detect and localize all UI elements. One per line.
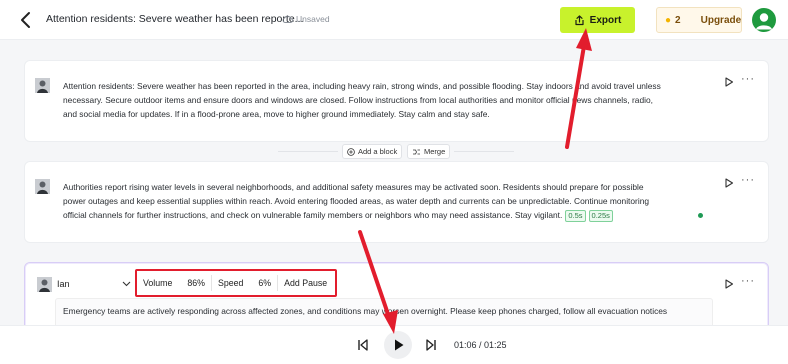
text-line: Emergency teams are actively responding … bbox=[63, 306, 668, 316]
merge-button[interactable]: Merge bbox=[407, 144, 451, 159]
voice-controls-highlight: Volume 86% Speed 6% Add Pause bbox=[135, 269, 337, 297]
speed-control[interactable]: Speed 6% bbox=[210, 275, 277, 291]
speaker-portrait-icon bbox=[35, 179, 50, 194]
save-status: Unsaved bbox=[282, 14, 330, 24]
add-pause-button[interactable]: Add Pause bbox=[277, 275, 333, 291]
plus-circle-icon bbox=[347, 147, 355, 156]
user-avatar[interactable] bbox=[752, 8, 776, 32]
play-block-icon[interactable] bbox=[724, 178, 734, 188]
text-line: official channels for further instructio… bbox=[63, 209, 563, 220]
speaker-portrait-icon bbox=[35, 78, 50, 93]
play-block-icon[interactable] bbox=[724, 77, 734, 87]
export-button[interactable]: Export bbox=[560, 7, 635, 33]
text-block-1: Attention residents: Severe weather has … bbox=[24, 60, 769, 142]
speed-label: Speed bbox=[217, 278, 244, 288]
block-2-text[interactable]: Authorities report rising water levels i… bbox=[63, 181, 649, 222]
add-block-label: Add a block bbox=[358, 147, 398, 156]
more-options-icon[interactable]: ··· bbox=[741, 73, 755, 85]
merge-label: Merge bbox=[424, 147, 446, 156]
pause-tag[interactable]: 0.25s bbox=[588, 209, 613, 222]
volume-value: 86% bbox=[187, 278, 205, 288]
text-line: power outages and keep essential supplie… bbox=[63, 195, 650, 206]
text-block-2: Authorities report rising water levels i… bbox=[24, 161, 769, 243]
text-line-with-pauses: official channels for further instructio… bbox=[63, 209, 649, 223]
volume-control[interactable]: Volume 86% bbox=[137, 275, 211, 291]
speaker-portrait-icon bbox=[37, 276, 52, 292]
block-3-text: Emergency teams are actively responding … bbox=[63, 305, 667, 319]
text-line: necessary. Secure outdoor items and ensu… bbox=[63, 94, 653, 105]
text-line: Authorities report rising water levels i… bbox=[63, 182, 644, 192]
chevron-down-icon bbox=[122, 281, 131, 287]
divider-line bbox=[454, 151, 514, 152]
volume-label: Volume bbox=[143, 278, 173, 288]
skip-next-icon[interactable] bbox=[424, 338, 438, 352]
play-button[interactable] bbox=[384, 331, 412, 359]
playback-time: 01:06 / 01:25 bbox=[454, 340, 507, 350]
divider-line bbox=[278, 151, 338, 152]
credits-icon: ● bbox=[665, 14, 672, 26]
upgrade-button[interactable]: ● 2 Upgrade bbox=[656, 7, 742, 33]
speaker-avatar[interactable] bbox=[35, 78, 50, 93]
back-arrow-icon[interactable] bbox=[18, 10, 34, 30]
document-title[interactable]: Attention residents: Severe weather has … bbox=[46, 13, 303, 25]
play-icon bbox=[395, 339, 404, 351]
status-dot bbox=[698, 213, 703, 218]
upgrade-label: Upgrade bbox=[700, 14, 742, 26]
add-block-button[interactable]: Add a block bbox=[342, 144, 403, 159]
audio-player: 01:06 / 01:25 bbox=[0, 325, 788, 364]
text-line: Attention residents: Severe weather has … bbox=[63, 81, 661, 91]
block-1-text[interactable]: Attention residents: Severe weather has … bbox=[63, 80, 661, 121]
merge-icon bbox=[413, 149, 420, 154]
play-block-icon[interactable] bbox=[724, 279, 734, 289]
pause-tag[interactable]: 0.5s bbox=[565, 209, 586, 222]
export-icon bbox=[575, 14, 584, 25]
text-line: and social media for updates. If in a fl… bbox=[63, 108, 490, 119]
more-options-icon[interactable]: ··· bbox=[741, 275, 755, 287]
speaker-avatar bbox=[37, 276, 52, 292]
export-label: Export bbox=[589, 14, 622, 26]
credits-count: 2 bbox=[675, 14, 681, 26]
block-actions: Add a block Merge bbox=[0, 143, 788, 160]
speed-value: 6% bbox=[258, 278, 272, 288]
skip-previous-icon[interactable] bbox=[356, 338, 370, 352]
cloud-icon bbox=[282, 15, 293, 23]
voice-name: Ian bbox=[57, 279, 70, 289]
voice-selector[interactable]: Ian bbox=[37, 274, 133, 294]
add-pause-label: Add Pause bbox=[284, 278, 328, 288]
user-avatar-icon bbox=[756, 13, 772, 30]
top-bar: Attention residents: Severe weather has … bbox=[0, 0, 788, 40]
save-status-label: Unsaved bbox=[296, 14, 330, 24]
more-options-icon[interactable]: ··· bbox=[741, 174, 755, 186]
speaker-avatar[interactable] bbox=[35, 179, 50, 194]
